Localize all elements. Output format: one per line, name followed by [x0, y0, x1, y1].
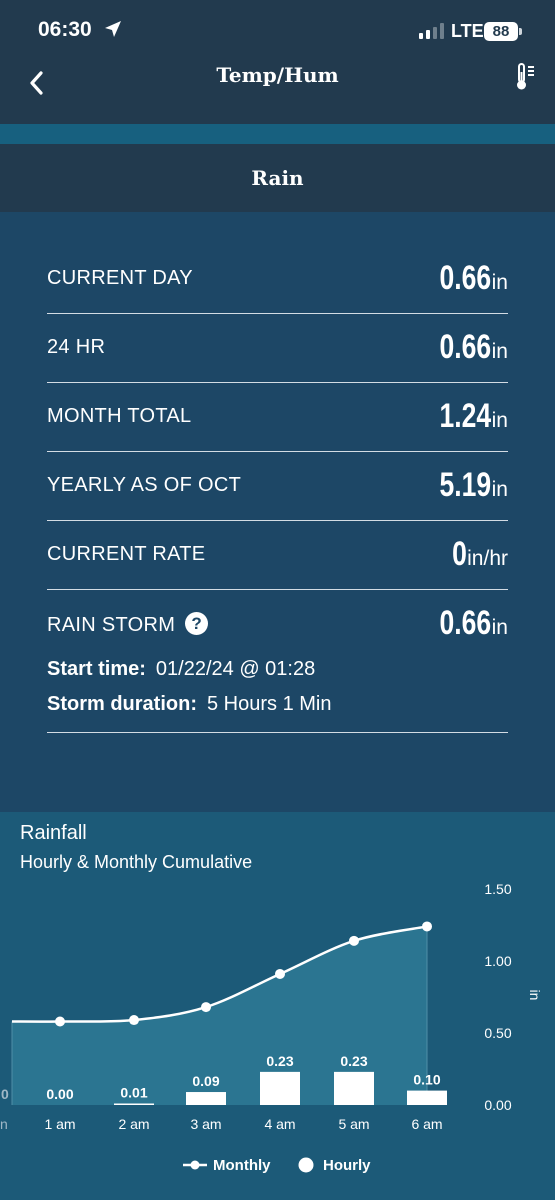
bar-data-label: 0.01 [120, 1085, 147, 1101]
monthly-point [129, 1015, 139, 1026]
stat-label: RAIN STORM? [47, 612, 209, 637]
monthly-point [275, 968, 285, 979]
page-title: Temp/Hum [216, 63, 339, 87]
x-tick-label: 3 am [190, 1116, 221, 1132]
y-tick-label: 1.50 [484, 881, 511, 897]
stat-label: YEARLY AS OF OCT [47, 474, 242, 496]
battery-icon: 88 [484, 22, 518, 41]
stat-unit: in [491, 478, 508, 501]
legend-hourly-label: Hourly [323, 1157, 371, 1174]
monthly-point [422, 921, 432, 932]
y-tick-label: 0.50 [484, 1025, 511, 1041]
stat-label: CURRENT DAY [47, 267, 193, 289]
stat-unit: in [491, 409, 508, 432]
rain-stats: CURRENT DAY 0.66in 24 HR 0.66in MONTH TO… [47, 245, 508, 733]
stat-label: MONTH TOTAL [47, 405, 192, 427]
help-icon[interactable]: ? [185, 612, 209, 635]
legend-hourly-icon [298, 1157, 314, 1173]
battery-tip [519, 28, 522, 35]
y-tick-label: 1.00 [484, 953, 511, 969]
hourly-bar [186, 1092, 226, 1105]
stat-value: 0.66in [425, 259, 508, 298]
bar-data-label: 0.23 [340, 1053, 367, 1069]
stat-value: 0in/hr [448, 535, 508, 574]
storm-start-time: Start time: 01/22/24 @ 01:28 [47, 658, 315, 681]
stat-rain-storm: RAIN STORM? 0.66in Start time: 01/22/24 @… [47, 590, 508, 733]
stat-number: 0.66 [440, 604, 492, 642]
status-bar: 06:30 LTE 88 [0, 0, 555, 56]
section-title: Rain [251, 166, 304, 190]
stat-unit: in/hr [467, 547, 508, 570]
stat-current-rate: CURRENT RATE 0in/hr [47, 521, 508, 590]
bar-data-label: 0.09 [192, 1073, 219, 1089]
section-divider [0, 124, 555, 144]
network-type: LTE [451, 21, 484, 41]
stat-label: CURRENT RATE [47, 543, 206, 565]
thermometer-list-icon[interactable] [514, 62, 538, 92]
monthly-point [201, 1002, 211, 1013]
stat-month-total: MONTH TOTAL 1.24in [47, 383, 508, 452]
x-tick-label: 4 am [264, 1116, 295, 1132]
storm-start-label: Start time: [47, 658, 146, 680]
x-tick-label: 1 am [44, 1116, 75, 1132]
y-axis-label: in [527, 990, 543, 1001]
rain-storm-label: RAIN STORM [47, 614, 176, 636]
x-tick-label: 2 am [118, 1116, 149, 1132]
cellular-signal-icon [419, 23, 444, 39]
stat-number: 0.66 [440, 328, 492, 366]
stat-24hr: 24 HR 0.66in [47, 314, 508, 383]
legend-monthly-dot-icon [190, 1160, 200, 1170]
stat-number: 1.24 [440, 397, 492, 435]
x-tick-label: 6 am [411, 1116, 442, 1132]
hourly-bar [114, 1103, 154, 1105]
rainfall-chart-panel: Rainfall Hourly & Monthly Cumulative 0.0… [0, 812, 555, 1200]
storm-duration: Storm duration: 5 Hours 1 Min [47, 693, 332, 716]
stat-number: 0.66 [440, 259, 492, 297]
stat-unit: in [491, 340, 508, 363]
stat-unit: in [491, 271, 508, 294]
rain-section-header: Rain [0, 144, 555, 212]
storm-duration-value: 5 Hours 1 Min [207, 693, 332, 715]
status-time: 06:30 [38, 18, 92, 41]
stat-unit: in [491, 616, 508, 639]
hourly-bar [260, 1071, 300, 1105]
stat-yearly: YEARLY AS OF OCT 5.19in [47, 452, 508, 521]
stat-value: 0.66in [425, 328, 508, 367]
stat-number: 5.19 [440, 466, 492, 504]
legend-monthly-label: Monthly [213, 1157, 271, 1174]
x-tick-label: 5 am [338, 1116, 369, 1132]
stat-label: 24 HR [47, 336, 106, 358]
stat-value: 0.66in [425, 604, 508, 643]
hourly-bar [407, 1090, 447, 1105]
rainfall-chart: 0.00 0.01 0.09 0.23 0.23 0.10 0 1 am 2 am 3 am 4 a… [0, 881, 543, 1174]
bar-data-label: 0.23 [266, 1053, 293, 1069]
stat-value: 1.24in [425, 397, 508, 436]
y-tick-label: 0.00 [484, 1097, 511, 1113]
nav-bar: Temp/Hum [0, 56, 555, 124]
storm-duration-label: Storm duration: [47, 693, 197, 715]
x-tick-label-partial: n [0, 1116, 8, 1132]
bar-data-label: 0.00 [46, 1086, 73, 1102]
location-arrow-icon [105, 21, 121, 37]
hourly-bar [334, 1071, 374, 1105]
stat-value: 5.19in [425, 466, 508, 505]
bar-data-label-partial: 0 [1, 1086, 9, 1102]
bar-data-label: 0.10 [413, 1072, 440, 1088]
stat-number: 0 [452, 535, 468, 573]
stat-current-day: CURRENT DAY 0.66in [47, 245, 508, 314]
monthly-point [349, 935, 359, 946]
monthly-point [55, 1016, 65, 1027]
storm-start-value: 01/22/24 @ 01:28 [155, 658, 316, 680]
